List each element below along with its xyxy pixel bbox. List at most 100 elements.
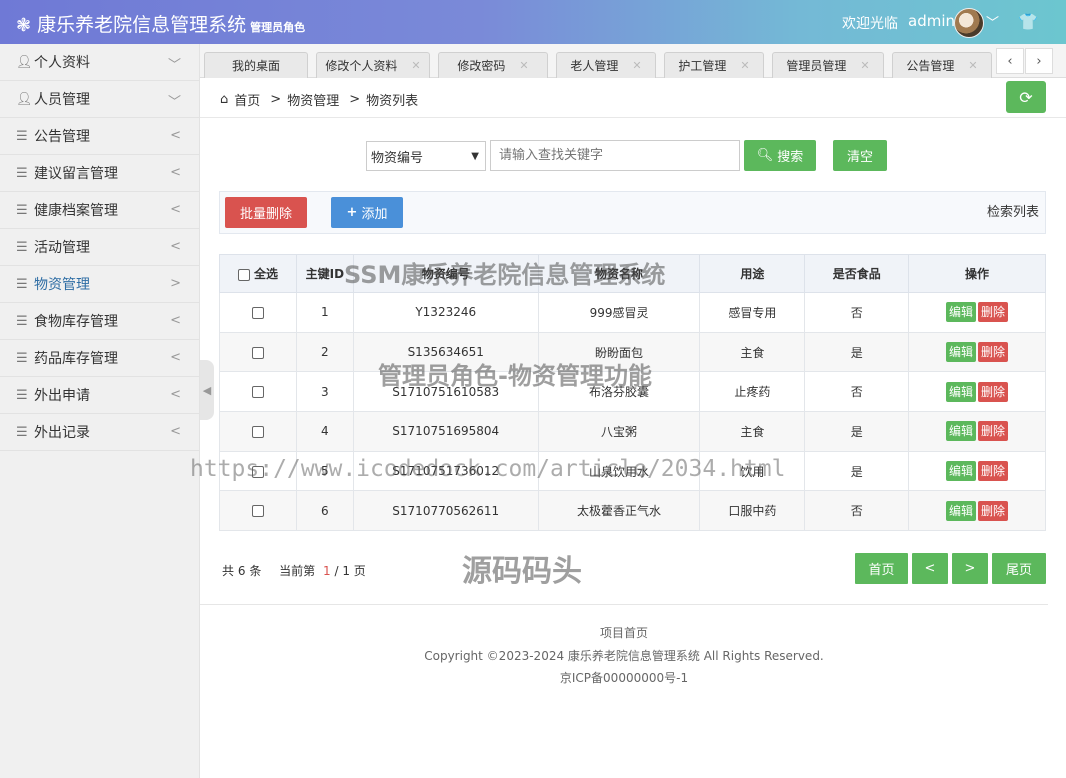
- tab-scroll-right-button[interactable]: ›: [1025, 48, 1053, 74]
- row-select-cell[interactable]: [219, 411, 297, 452]
- sidebar-item[interactable]: ☰ 外出申请 <: [0, 377, 199, 414]
- prev-page-button[interactable]: <: [912, 553, 948, 584]
- tab-label: 老人管理: [570, 59, 619, 73]
- sidebar-item[interactable]: ☰ 药品库存管理 <: [0, 340, 199, 377]
- sidebar-item[interactable]: 👤︎ 个人资料 ﹀: [0, 44, 199, 81]
- close-icon[interactable]: ✕: [968, 59, 977, 72]
- row-checkbox[interactable]: [251, 386, 264, 399]
- clear-button-label: 清空: [846, 150, 873, 165]
- chevron-left-icon: <: [170, 424, 181, 439]
- avatar[interactable]: [954, 8, 984, 38]
- tab-scroll-left-button[interactable]: ‹: [996, 48, 1024, 74]
- menu-icon: ☰: [16, 350, 28, 366]
- search-field-select[interactable]: 物资编号 ▼: [366, 141, 486, 171]
- select-all-checkbox[interactable]: [237, 268, 250, 281]
- add-button[interactable]: + 添加: [331, 197, 403, 228]
- row-select-cell[interactable]: [219, 371, 297, 413]
- first-page-button[interactable]: 首页: [855, 553, 908, 584]
- edit-button[interactable]: 编辑: [946, 421, 977, 442]
- header-select-all[interactable]: 全选: [219, 254, 297, 293]
- sidebar-item[interactable]: ☰ 公告管理 <: [0, 118, 199, 155]
- total-suffix: 条: [249, 564, 262, 578]
- close-icon[interactable]: ✕: [632, 59, 641, 72]
- search-button[interactable]: 🔍︎ 搜索: [744, 140, 816, 171]
- cell-id: 4: [295, 411, 354, 452]
- cell-id: 1: [295, 292, 354, 333]
- table-row: 1 Y1323246 999感冒灵 感冒专用否编辑 删除: [219, 292, 1046, 333]
- row-select-cell[interactable]: [219, 331, 297, 373]
- menu-icon: ☰: [16, 313, 28, 329]
- search-input[interactable]: [490, 140, 740, 171]
- cell-name: 太极藿香正气水: [537, 490, 701, 532]
- edit-button[interactable]: 编辑: [946, 500, 977, 521]
- cell-actions: 编辑 删除: [908, 490, 1046, 532]
- chevron-left-icon: <: [170, 387, 181, 402]
- tab-bar: 我的桌面 修改个人资料 ✕ 修改密码 ✕ 老人管理 ✕ 护工管理 ✕ 管理员管理 ✕ 公告管理 ✕: [200, 44, 1066, 78]
- close-icon[interactable]: ✕: [519, 59, 528, 72]
- breadcrumb-home[interactable]: 首页: [234, 90, 260, 109]
- menu-icon: ☰: [16, 128, 28, 144]
- footer-home-link[interactable]: 项目首页: [200, 624, 1048, 641]
- close-icon[interactable]: ✕: [860, 59, 869, 72]
- tab[interactable]: 管理员管理 ✕: [772, 52, 884, 78]
- row-checkbox[interactable]: [251, 346, 264, 359]
- cell-actions: 编辑 删除: [908, 450, 1046, 492]
- refresh-button[interactable]: ⟳: [1006, 81, 1046, 113]
- edit-button[interactable]: 编辑: [946, 302, 977, 323]
- close-icon[interactable]: ✕: [740, 59, 749, 72]
- chevron-down-icon: ▼: [471, 150, 479, 162]
- delete-button[interactable]: 删除: [978, 461, 1009, 482]
- total-count: 6: [237, 564, 246, 578]
- delete-button[interactable]: 删除: [978, 381, 1009, 402]
- app-logo[interactable]: ❃ 康乐养老院信息管理系统 管理员角色: [16, 10, 305, 37]
- breadcrumb-separator: >: [270, 92, 282, 107]
- sidebar-item[interactable]: ☰ 物资管理 >: [0, 266, 199, 303]
- row-checkbox[interactable]: [251, 425, 264, 438]
- last-page-button[interactable]: 尾页: [992, 553, 1046, 584]
- row-select-cell[interactable]: [219, 292, 297, 333]
- header-actions: 操作: [908, 254, 1046, 293]
- search-field-value: 物资编号: [371, 150, 424, 166]
- sidebar-item[interactable]: ☰ 食物库存管理 <: [0, 303, 199, 340]
- edit-button[interactable]: 编辑: [946, 342, 977, 363]
- plus-icon: +: [346, 205, 358, 220]
- row-select-cell[interactable]: [219, 490, 297, 532]
- username-menu[interactable]: admin: [908, 12, 955, 30]
- delete-button[interactable]: 删除: [978, 421, 1009, 442]
- gear-icon: ❃: [16, 15, 32, 36]
- batch-delete-button[interactable]: 批量删除: [225, 197, 307, 228]
- sidebar-item[interactable]: ☰ 活动管理 <: [0, 229, 199, 266]
- menu-icon: ☰: [16, 387, 28, 403]
- sidebar-item[interactable]: ☰ 健康档案管理 <: [0, 192, 199, 229]
- tab[interactable]: 护工管理 ✕: [664, 52, 764, 78]
- theme-shirt-icon[interactable]: 👕: [1018, 12, 1038, 31]
- chevron-left-icon: <: [170, 165, 181, 180]
- delete-button[interactable]: 删除: [978, 302, 1009, 323]
- next-page-button[interactable]: >: [952, 553, 988, 584]
- menu-icon: ☰: [16, 165, 28, 181]
- delete-button[interactable]: 删除: [978, 500, 1009, 521]
- sidebar-item[interactable]: 👤︎ 人员管理 ﹀: [0, 81, 199, 118]
- sidebar-item[interactable]: ☰ 外出记录 <: [0, 414, 199, 451]
- edit-button[interactable]: 编辑: [946, 381, 977, 402]
- sidebar-item[interactable]: ☰ 建议留言管理 <: [0, 155, 199, 192]
- row-checkbox[interactable]: [251, 505, 264, 518]
- sidebar-collapse-handle[interactable]: ◀: [200, 360, 214, 420]
- edit-button[interactable]: 编辑: [946, 461, 977, 482]
- sidebar-item-label: 食物库存管理: [34, 314, 118, 330]
- search-list-label: 检索列表: [986, 205, 1039, 220]
- tab[interactable]: 老人管理 ✕: [556, 52, 656, 78]
- tab[interactable]: 修改密码 ✕: [438, 52, 548, 78]
- tab[interactable]: 我的桌面: [204, 52, 308, 78]
- close-icon[interactable]: ✕: [411, 59, 420, 72]
- row-checkbox[interactable]: [251, 306, 264, 319]
- tab-label: 修改密码: [457, 59, 506, 73]
- delete-button[interactable]: 删除: [978, 342, 1009, 363]
- tab[interactable]: 修改个人资料 ✕: [316, 52, 430, 78]
- breadcrumb-level2: 物资列表: [366, 94, 419, 109]
- breadcrumb-level1[interactable]: 物资管理: [287, 90, 339, 109]
- tab[interactable]: 公告管理 ✕: [892, 52, 992, 78]
- clear-button[interactable]: 清空: [833, 140, 887, 171]
- chevron-down-icon[interactable]: ﹀: [986, 12, 999, 31]
- header-label: 全选: [254, 267, 279, 281]
